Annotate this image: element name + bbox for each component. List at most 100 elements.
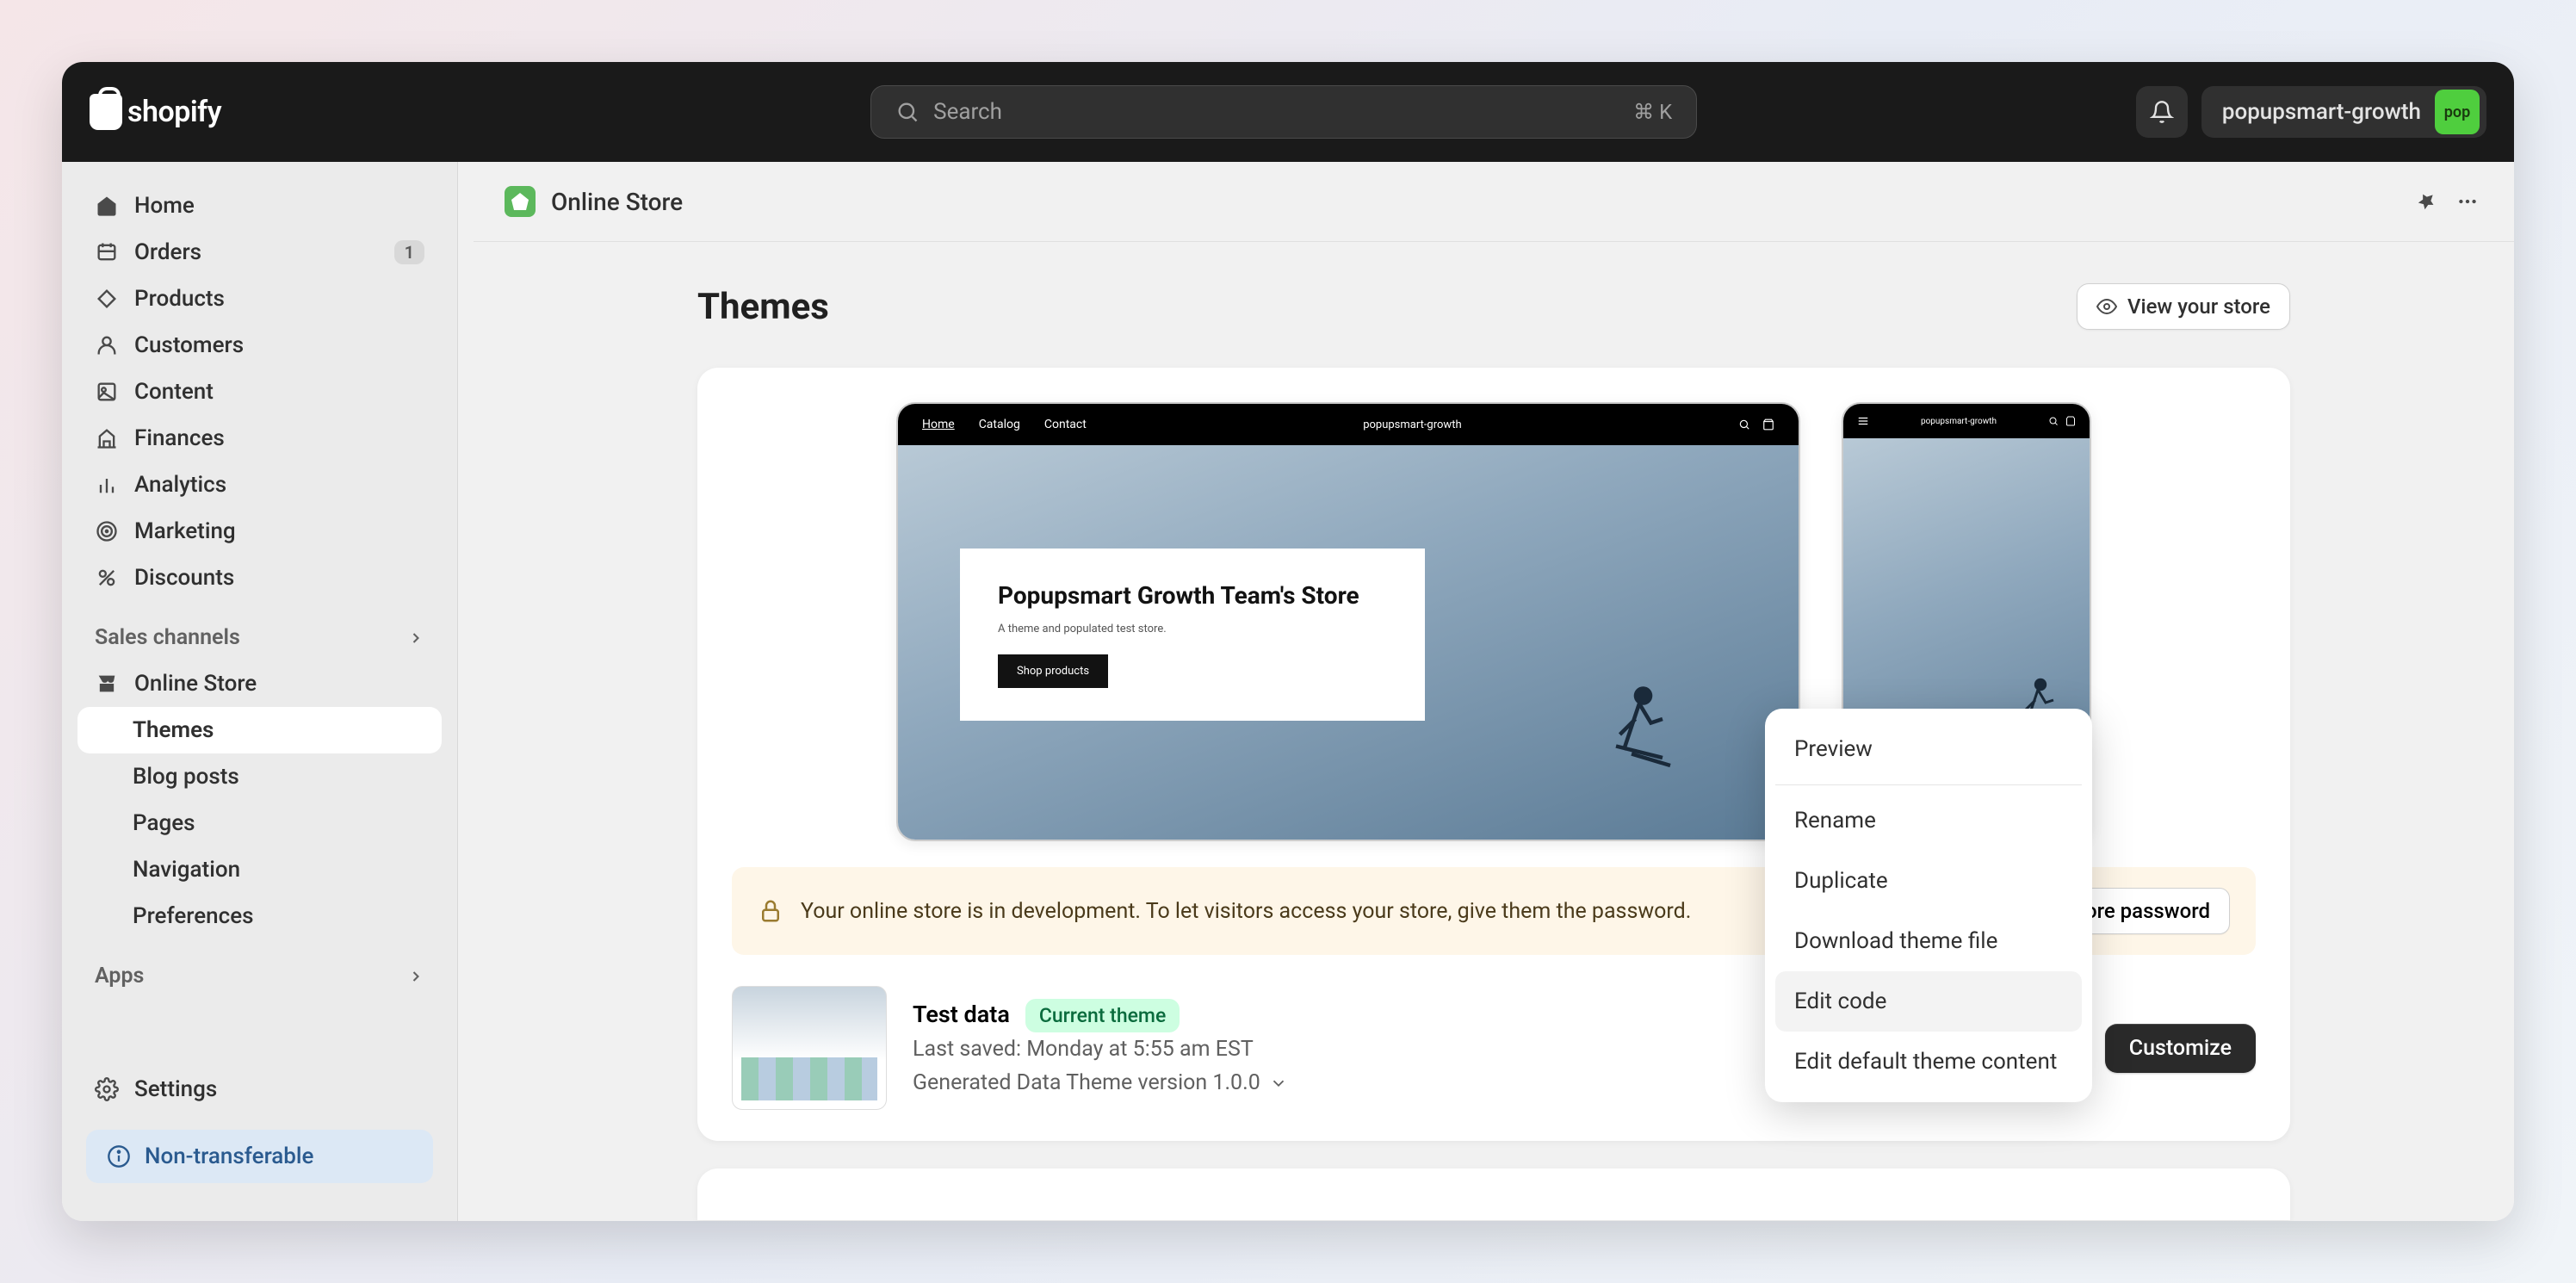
- content-area: Online Store Themes: [458, 162, 2514, 1221]
- search-icon: [1738, 418, 1750, 431]
- chevron-right-icon: [407, 968, 424, 985]
- preview-desktop-header: Home Catalog Contact popupsmart-growth: [898, 404, 1799, 445]
- gear-icon: [95, 1077, 119, 1101]
- sidebar-item-settings[interactable]: Settings: [77, 1066, 442, 1113]
- sidebar-item-customers[interactable]: Customers: [77, 322, 442, 369]
- sidebar-item-products[interactable]: Products: [77, 276, 442, 322]
- sidebar-item-online-store[interactable]: Online Store: [77, 660, 442, 707]
- popover-edit-default-content[interactable]: Edit default theme content: [1775, 1032, 2082, 1092]
- finances-icon: [95, 426, 119, 450]
- logo-text: shopify: [127, 95, 221, 129]
- lock-icon: [758, 898, 783, 924]
- sidebar-item-finances[interactable]: Finances: [77, 415, 442, 462]
- preview-nav-home: Home: [922, 418, 955, 431]
- store-switcher[interactable]: popupsmart-growth pop: [2201, 86, 2486, 138]
- content-icon: [95, 380, 119, 404]
- sidebar-sub-navigation[interactable]: Navigation: [77, 846, 442, 893]
- popover-download[interactable]: Download theme file: [1775, 911, 2082, 971]
- hero-card: Popupsmart Growth Team's Store A theme a…: [960, 549, 1425, 721]
- sidebar-bottom: Settings Non-transferable: [77, 1066, 442, 1200]
- sales-channels-header[interactable]: Sales channels: [77, 601, 442, 660]
- popover-edit-code[interactable]: Edit code: [1775, 971, 2082, 1032]
- discounts-icon: [95, 566, 119, 590]
- sidebar-sub-label: Preferences: [133, 903, 254, 929]
- sidebar-sub-label: Blog posts: [133, 764, 239, 790]
- sidebar-item-label: Orders: [134, 239, 201, 265]
- sidebar-item-label: Marketing: [134, 518, 236, 544]
- themes-head: Themes View your store: [697, 283, 2290, 330]
- preview-mobile-header: popupsmart-growth: [1843, 404, 2090, 438]
- section-header-label: Apps: [95, 964, 144, 989]
- dots-icon: [2456, 190, 2479, 213]
- current-theme-badge: Current theme: [1025, 999, 1180, 1032]
- preview-hero: Popupsmart Growth Team's Store A theme a…: [898, 445, 1799, 841]
- search-input[interactable]: Search ⌘ K: [870, 85, 1697, 139]
- preview-brand: popupsmart-growth: [1363, 418, 1461, 431]
- sidebar-sub-label: Pages: [133, 810, 195, 836]
- theme-version-row[interactable]: Generated Data Theme version 1.0.0: [913, 1070, 1288, 1095]
- sidebar-sub-preferences[interactable]: Preferences: [77, 893, 442, 939]
- bag-icon: [1762, 418, 1774, 431]
- customers-icon: [95, 333, 119, 357]
- skier-icon: [1601, 679, 1678, 774]
- view-store-button[interactable]: View your store: [2077, 283, 2290, 330]
- view-store-label: View your store: [2127, 294, 2270, 319]
- search-shortcut: ⌘ K: [1633, 100, 1672, 124]
- sidebar-item-orders[interactable]: Orders 1: [77, 229, 442, 276]
- sidebar-item-label: Home: [134, 193, 195, 219]
- customize-button[interactable]: Customize: [2105, 1024, 2256, 1073]
- home-icon: [95, 194, 119, 218]
- sidebar: Home Orders 1 Products Customers Content: [62, 162, 458, 1221]
- sidebar-item-label: Products: [134, 286, 225, 312]
- sidebar-sub-themes[interactable]: Themes: [77, 707, 442, 753]
- apps-header[interactable]: Apps: [77, 939, 442, 999]
- popover-rename[interactable]: Rename: [1775, 790, 2082, 851]
- info-pill-label: Non-transferable: [145, 1144, 313, 1169]
- next-card: [697, 1168, 2290, 1220]
- preview-nav-catalog: Catalog: [979, 418, 1020, 431]
- sidebar-item-discounts[interactable]: Discounts: [77, 555, 442, 601]
- body-area: Home Orders 1 Products Customers Content: [62, 162, 2514, 1221]
- bell-icon: [2150, 100, 2174, 124]
- search-placeholder: Search: [933, 99, 1619, 125]
- search-icon: [2048, 416, 2059, 426]
- store-icon: [95, 672, 119, 696]
- sidebar-sub-label: Themes: [133, 717, 214, 743]
- desktop-preview: Home Catalog Contact popupsmart-growth: [896, 402, 1800, 841]
- online-store-icon: [505, 186, 536, 217]
- sidebar-item-home[interactable]: Home: [77, 183, 442, 229]
- store-name: popupsmart-growth: [2222, 99, 2421, 125]
- info-icon: [107, 1144, 131, 1168]
- menu-icon: [1857, 415, 1869, 427]
- preview-nav-contact: Contact: [1044, 418, 1087, 431]
- app-window: shopify Search ⌘ K popupsmart-growth pop…: [62, 62, 2514, 1221]
- pin-button[interactable]: [2411, 186, 2442, 217]
- chevron-right-icon: [407, 629, 424, 647]
- popover-duplicate[interactable]: Duplicate: [1775, 851, 2082, 911]
- page-header-actions: [2411, 186, 2483, 217]
- chevron-down-icon: [1269, 1074, 1288, 1093]
- breadcrumb-title: Online Store: [551, 188, 683, 216]
- theme-version: Generated Data Theme version 1.0.0: [913, 1070, 1260, 1095]
- popover-preview[interactable]: Preview: [1775, 719, 2082, 779]
- search-icon: [895, 100, 920, 124]
- theme-actions-popover: Preview Rename Duplicate Download theme …: [1765, 709, 2092, 1102]
- sidebar-item-content[interactable]: Content: [77, 369, 442, 415]
- marketing-icon: [95, 519, 119, 543]
- hero-cta: Shop products: [998, 654, 1108, 688]
- sidebar-item-analytics[interactable]: Analytics: [77, 462, 442, 508]
- sidebar-sub-blog-posts[interactable]: Blog posts: [77, 753, 442, 800]
- preview-mobile-brand: popupsmart-growth: [1921, 417, 1997, 426]
- pin-icon: [2415, 190, 2437, 213]
- shopify-logo: shopify: [90, 94, 221, 130]
- page-header: Online Store: [474, 162, 2514, 242]
- theme-thumbnail: [732, 986, 887, 1110]
- sidebar-item-marketing[interactable]: Marketing: [77, 508, 442, 555]
- notifications-button[interactable]: [2136, 86, 2188, 138]
- sidebar-item-label: Content: [134, 379, 214, 405]
- sidebar-sub-pages[interactable]: Pages: [77, 800, 442, 846]
- more-button[interactable]: [2452, 186, 2483, 217]
- theme-last-saved: Last saved: Monday at 5:55 am EST: [913, 1037, 1288, 1062]
- products-icon: [95, 287, 119, 311]
- orders-badge: 1: [394, 240, 424, 264]
